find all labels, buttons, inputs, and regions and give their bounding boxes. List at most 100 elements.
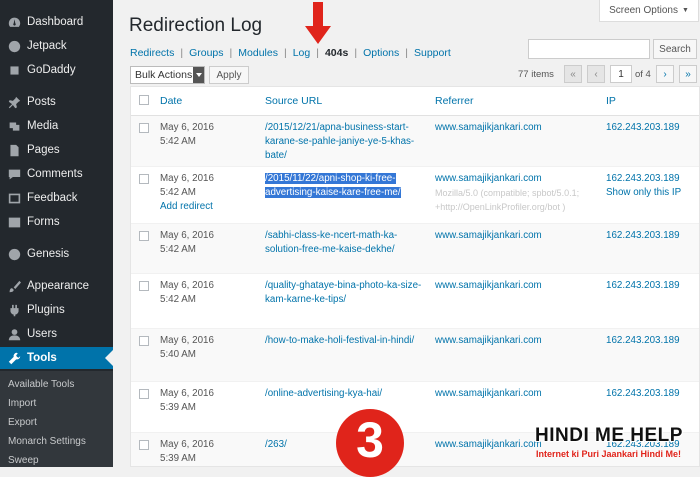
table-header: Date Source URL Referrer IP [131, 87, 699, 116]
sidebar-item-users[interactable]: Users [0, 323, 113, 345]
submenu-item-available-tools[interactable]: Available Tools [8, 379, 74, 390]
sidebar-item-jetpack[interactable]: Jetpack [0, 35, 113, 57]
pin-icon [7, 95, 21, 109]
sidebar-item-dashboard[interactable]: Dashboard [0, 11, 113, 33]
row-checkbox[interactable] [139, 123, 149, 133]
source-url-link[interactable]: /sabhi-class-ke-ncert-math-ka-solution-f… [265, 229, 425, 257]
source-url-link[interactable]: /how-to-make-holi-festival-in-hindi/ [265, 334, 425, 348]
referrer-link[interactable]: www.samajikjankari.com [435, 438, 542, 452]
referrer-link[interactable]: www.samajikjankari.com [435, 229, 542, 243]
select-all-checkbox[interactable] [139, 95, 149, 105]
sidebar-item-label: GoDaddy [27, 64, 76, 76]
watermark-logo-tagline: Internet ki Puri Jaankari Hindi Me! [536, 449, 682, 459]
row-checkbox[interactable] [139, 231, 149, 241]
ip-link[interactable]: 162.243.203.189 [606, 229, 680, 243]
sidebar-item-plugins[interactable]: Plugins [0, 299, 113, 321]
main-content: Redirection Log Screen Options ▼ Redirec… [113, 0, 700, 467]
media-icon [7, 119, 21, 133]
submenu-item-monarch-settings[interactable]: Monarch Settings [8, 436, 86, 447]
row-checkbox[interactable] [139, 281, 149, 291]
row-checkbox[interactable] [139, 389, 149, 399]
wrench-icon [7, 351, 21, 365]
referrer-link[interactable]: www.samajikjankari.com [435, 279, 542, 293]
table-row: May 6, 2016 5:40 AM /how-to-make-holi-fe… [131, 329, 699, 382]
sidebar-item-label: Genesis [27, 248, 70, 260]
log-date: May 6, 2016 [160, 335, 214, 346]
column-header-referrer[interactable]: Referrer [435, 95, 474, 107]
referrer-link[interactable]: www.samajikjankari.com [435, 334, 542, 348]
sidebar-item-forms[interactable]: Forms [0, 211, 113, 233]
nav-link-404s[interactable]: 404s [325, 47, 348, 59]
source-url-link[interactable]: /online-advertising-kya-hai/ [265, 387, 425, 401]
page-title: Redirection Log [129, 15, 263, 36]
ip-link[interactable]: 162.243.203.189 [606, 334, 680, 348]
log-date: May 6, 2016 [160, 388, 214, 399]
sidebar-item-media[interactable]: Media [0, 115, 113, 137]
sidebar-item-tools[interactable]: Tools [0, 347, 113, 369]
sidebar-item-appearance[interactable]: Appearance [0, 275, 113, 297]
row-checkbox[interactable] [139, 440, 149, 450]
nav-link-groups[interactable]: Groups [189, 47, 223, 59]
bulk-actions-select[interactable]: Bulk Actions [130, 66, 205, 84]
submenu-item-export[interactable]: Export [8, 417, 37, 428]
log-date: May 6, 2016 [160, 439, 214, 450]
sidebar-item-posts[interactable]: Posts [0, 91, 113, 113]
current-page-input[interactable]: 1 [610, 65, 632, 83]
plugin-icon [7, 303, 21, 317]
table-row: May 6, 2016 5:42 AM /sabhi-class-ke-ncer… [131, 224, 699, 274]
dropdown-caret-icon [193, 67, 204, 83]
log-time: 5:40 AM [160, 349, 196, 360]
log-time: 5:42 AM [160, 294, 196, 305]
chevron-down-icon: ▼ [682, 7, 689, 14]
sidebar-item-feedback[interactable]: Feedback [0, 187, 113, 209]
first-page-button[interactable]: « [564, 65, 582, 83]
submenu-item-sweep[interactable]: Sweep [8, 455, 39, 466]
row-checkbox[interactable] [139, 336, 149, 346]
ip-link[interactable]: 162.243.203.189 [606, 172, 681, 186]
log-time: 5:42 AM [160, 136, 196, 147]
table-row: May 6, 2016 5:42 AM /quality-ghataye-bin… [131, 274, 699, 329]
log-date: May 6, 2016 [160, 230, 214, 241]
sidebar-item-pages[interactable]: Pages [0, 139, 113, 161]
show-only-this-ip-link[interactable]: Show only this IP [606, 186, 681, 200]
search-input[interactable] [528, 39, 650, 59]
add-redirect-link[interactable]: Add redirect [160, 200, 214, 214]
log-date: May 6, 2016 [160, 122, 214, 133]
watermark-logo-title: HINDI ME HELP [535, 425, 683, 446]
nav-link-log[interactable]: Log [293, 47, 311, 59]
ip-link[interactable]: 162.243.203.189 [606, 279, 680, 293]
feedback-icon [7, 191, 21, 205]
referrer-link[interactable]: www.samajikjankari.com [435, 387, 542, 401]
submenu-item-import[interactable]: Import [8, 398, 36, 409]
sidebar-item-label: Forms [27, 216, 60, 228]
column-header-source-url[interactable]: Source URL [265, 95, 322, 107]
sidebar-item-label: Pages [27, 144, 60, 156]
godaddy-icon [7, 63, 21, 77]
sidebar-item-godaddy[interactable]: GoDaddy [0, 59, 113, 81]
sidebar-item-genesis[interactable]: Genesis [0, 243, 113, 265]
apply-button[interactable]: Apply [209, 66, 249, 84]
nav-link-redirects[interactable]: Redirects [130, 47, 174, 59]
column-header-date[interactable]: Date [160, 95, 182, 107]
last-page-button[interactable]: » [679, 65, 697, 83]
source-url-link[interactable]: /2015/11/22/apni-shop-ki-free-advertisin… [265, 173, 401, 198]
ip-link[interactable]: 162.243.203.189 [606, 387, 680, 401]
prev-page-button[interactable]: ‹ [587, 65, 605, 83]
search-button[interactable]: Search [653, 39, 697, 59]
source-url-link[interactable]: /quality-ghataye-bina-photo-ka-size-kam-… [265, 279, 425, 307]
column-header-ip[interactable]: IP [606, 95, 616, 107]
next-page-button[interactable]: › [656, 65, 674, 83]
row-checkbox[interactable] [139, 174, 149, 184]
referrer-link[interactable]: www.samajikjankari.com [435, 121, 542, 135]
user-icon [7, 327, 21, 341]
item-count: 77 items [518, 69, 554, 80]
source-url-link[interactable]: /2015/12/21/apna-business-start-karane-s… [265, 121, 425, 163]
nav-link-options[interactable]: Options [363, 47, 399, 59]
nav-link-modules[interactable]: Modules [238, 47, 278, 59]
nav-link-support[interactable]: Support [414, 47, 451, 59]
ip-link[interactable]: 162.243.203.189 [606, 121, 680, 135]
referrer-link[interactable]: www.samajikjankari.com [435, 172, 542, 186]
sidebar-item-comments[interactable]: Comments [0, 163, 113, 185]
screen-options-button[interactable]: Screen Options ▼ [599, 0, 699, 22]
log-date: May 6, 2016 [160, 173, 214, 184]
